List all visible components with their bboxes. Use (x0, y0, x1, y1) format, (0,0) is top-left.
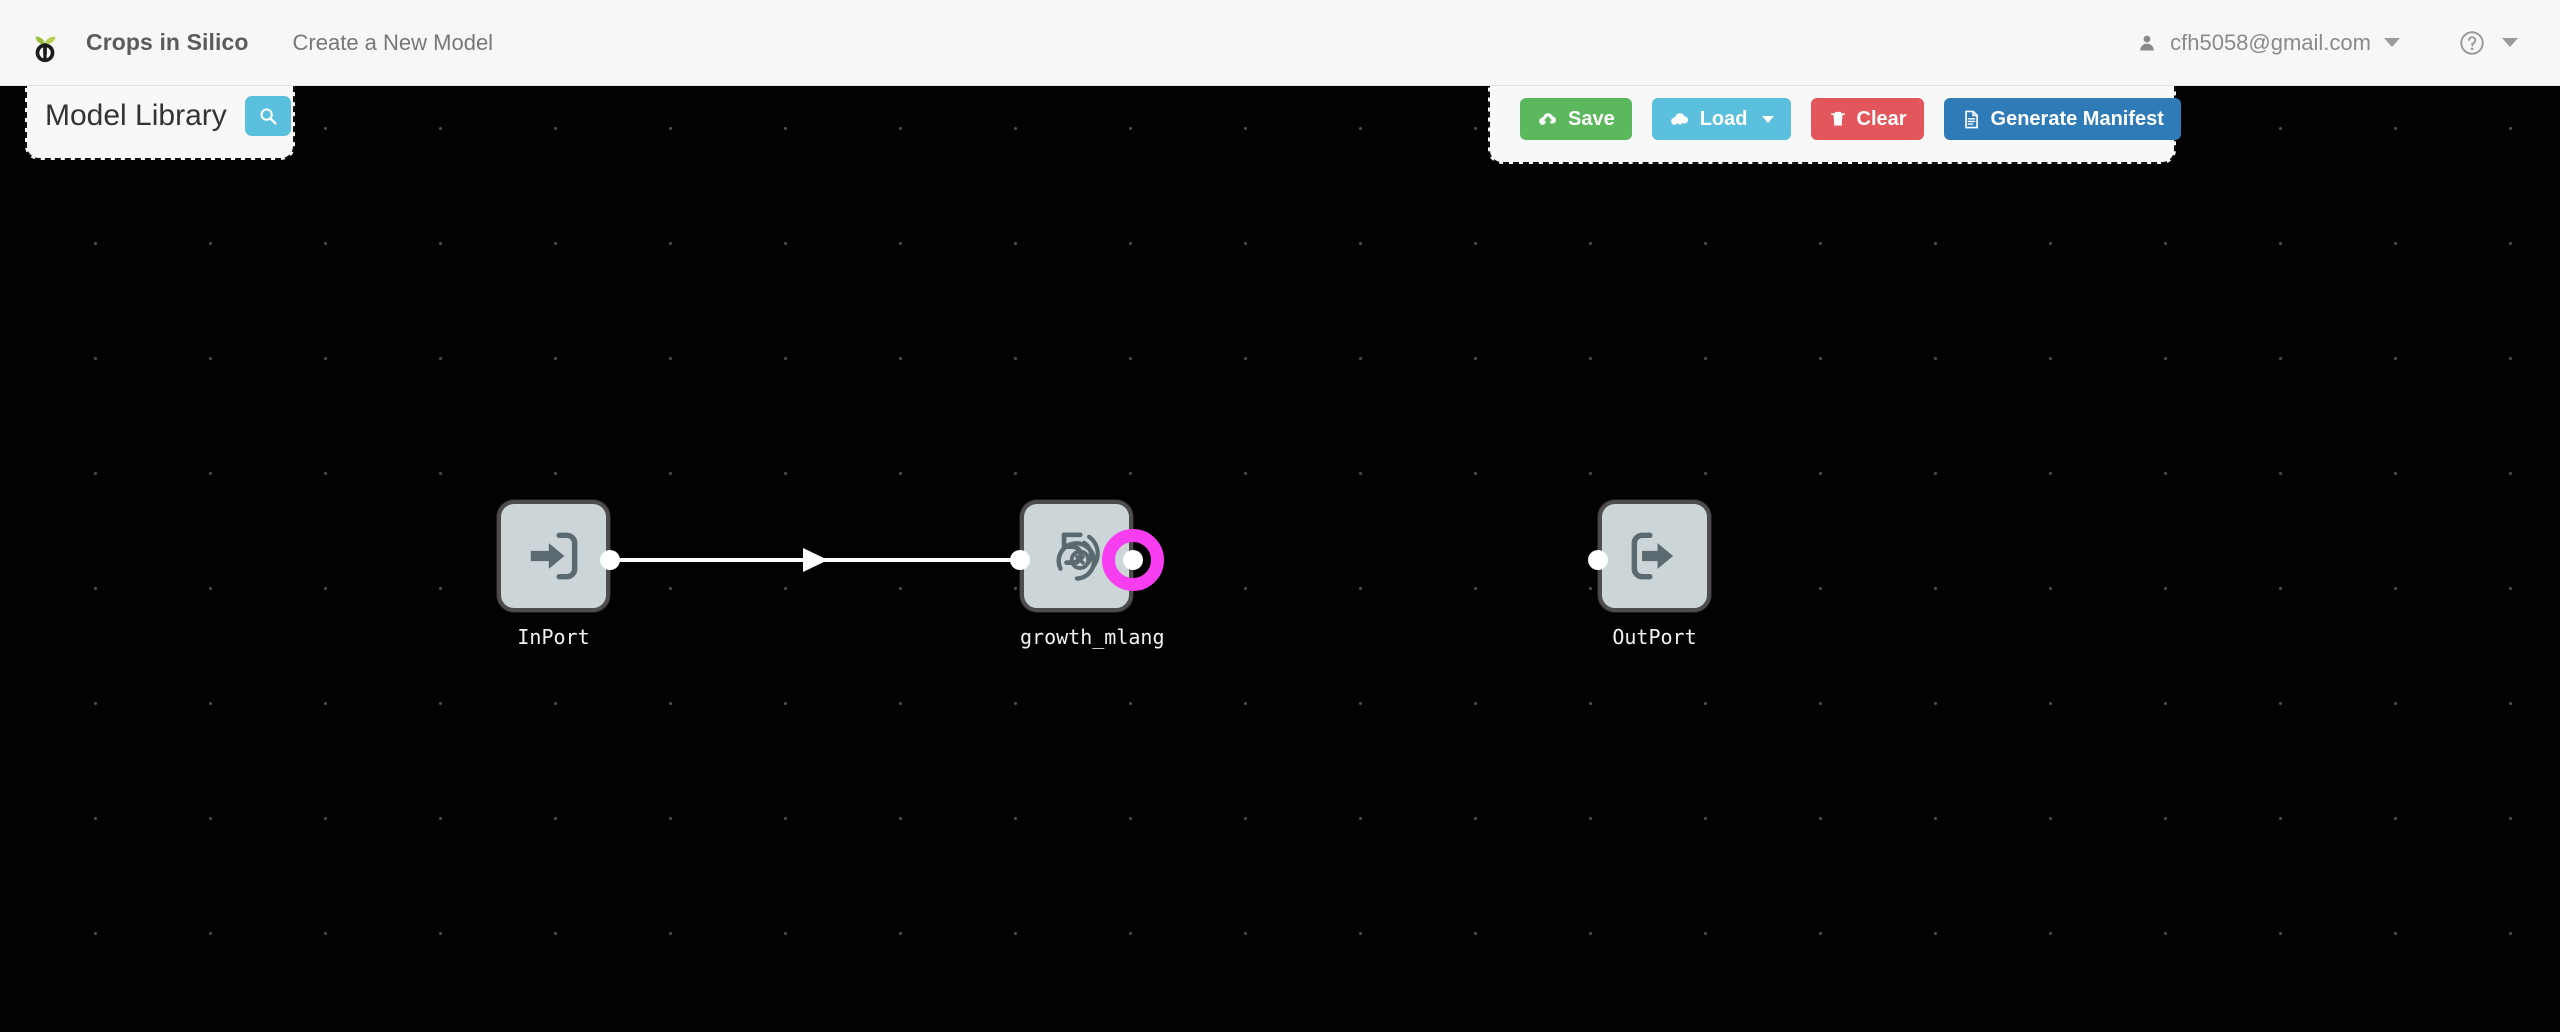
node-body[interactable] (497, 500, 610, 612)
clear-button[interactable]: Clear (1810, 98, 1924, 140)
sign-out-arrow-icon (1631, 532, 1673, 580)
cloud-upload-icon (1539, 113, 1557, 125)
node-label: OutPort (1612, 625, 1697, 649)
graph-node-outport[interactable]: OutPort (1588, 500, 1711, 649)
load-label: Load (1699, 107, 1748, 130)
nav-create-new-model[interactable]: Create a New Model (293, 30, 494, 56)
search-icon (260, 108, 277, 125)
port-growth-output[interactable] (1123, 550, 1143, 570)
application-root: InPort growth_mlang OutPort Model Librar… (0, 0, 2560, 1032)
port-growth-input[interactable] (1010, 550, 1030, 570)
question-circle-icon (2460, 30, 2484, 55)
load-button[interactable]: Load (1651, 98, 1791, 140)
model-library-search-button[interactable] (244, 96, 291, 136)
graph-node-growth-mlang[interactable]: growth_mlang (1010, 500, 1165, 649)
link-inport-to-growth (612, 548, 1023, 572)
rate-5x-icon (1056, 532, 1100, 581)
link-layer (612, 548, 1023, 572)
user-email-label: cfh5058@gmail.com (2170, 29, 2371, 55)
person-icon (2140, 35, 2154, 50)
help-menu[interactable] (2458, 29, 2518, 57)
graph-node-inport[interactable]: InPort (497, 500, 620, 649)
sprout-power-logo-icon[interactable] (22, 20, 68, 66)
generate-manifest-label: Generate Manifest (1990, 107, 2164, 130)
save-button[interactable]: Save (1520, 98, 1632, 140)
node-label: growth_mlang (1020, 625, 1165, 649)
node-label: InPort (517, 625, 590, 649)
port-inport-output[interactable] (600, 550, 620, 570)
sign-in-arrow-icon (530, 532, 577, 580)
document-icon (1964, 110, 1978, 128)
generate-manifest-button[interactable]: Generate Manifest (1943, 98, 2181, 140)
header-right-group: cfh5058@gmail.com (2137, 29, 2560, 57)
node-body[interactable] (1598, 500, 1711, 612)
model-library-title: Model Library (45, 99, 227, 132)
chevron-down-icon[interactable] (2384, 38, 2400, 47)
brand-name[interactable]: Crops in Silico (86, 29, 249, 56)
clear-label: Clear (1856, 107, 1907, 130)
chevron-down-icon (1761, 115, 1774, 123)
cloud-download-icon (1670, 113, 1688, 126)
trash-icon (1830, 111, 1845, 126)
save-label: Save (1568, 107, 1615, 130)
app-header: Crops in Silico Create a New Model cfh50… (0, 0, 2560, 86)
port-outport-input[interactable] (1588, 550, 1608, 570)
user-menu[interactable]: cfh5058@gmail.com (2137, 30, 2400, 56)
chevron-down-icon[interactable] (2502, 38, 2518, 47)
